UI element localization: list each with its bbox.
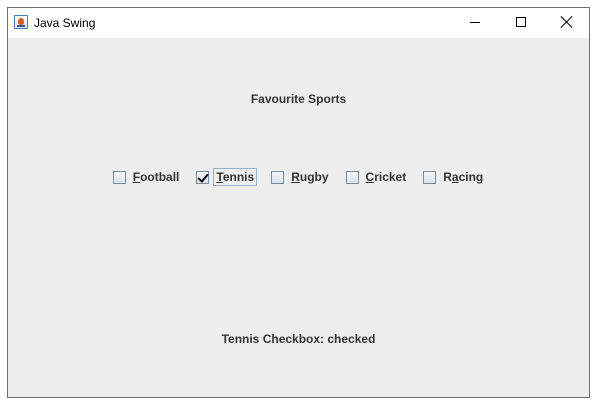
mnemonic-letter: a [451, 170, 459, 184]
app-window: Java Swing Favourite Sports Football Ten… [7, 7, 590, 398]
maximize-icon [516, 17, 526, 27]
sports-checkbox-group: Football Tennis Rugby Cricket Racing [8, 167, 590, 187]
minimize-icon [470, 22, 480, 23]
checkbox-cricket[interactable]: Cricket [345, 168, 410, 186]
label-suffix: ennis [222, 170, 255, 184]
checkbox-label[interactable]: Tennis [213, 168, 258, 186]
checkbox-box[interactable] [345, 170, 359, 184]
checkbox-label[interactable]: Rugby [288, 168, 331, 186]
label-suffix: ootball [140, 170, 180, 184]
maximize-button[interactable] [498, 8, 544, 38]
close-button[interactable] [544, 8, 590, 38]
label-suffix: cing [458, 170, 484, 184]
window-title: Java Swing [34, 16, 96, 30]
mnemonic-letter: C [365, 170, 375, 184]
content-pane: Favourite Sports Football Tennis Rugby C… [8, 38, 589, 397]
title-bar[interactable]: Java Swing [8, 8, 589, 38]
checkbox-label[interactable]: Cricket [363, 168, 410, 186]
checkbox-racing[interactable]: Racing [423, 168, 486, 186]
mnemonic-letter: R [291, 170, 300, 184]
checkbox-tennis[interactable]: Tennis [196, 168, 258, 186]
java-cup-icon[interactable] [14, 15, 28, 29]
checkbox-box[interactable] [112, 170, 126, 184]
checkbox-box[interactable] [271, 170, 285, 184]
minimize-button[interactable] [452, 8, 498, 38]
checkbox-box[interactable] [196, 170, 210, 184]
heading-label: Favourite Sports [250, 92, 347, 106]
checkbox-label[interactable]: Racing [440, 168, 486, 186]
checkbox-football[interactable]: Football [112, 168, 183, 186]
checkbox-box[interactable] [423, 170, 437, 184]
label-suffix: ugby [299, 170, 329, 184]
label-prefix: R [443, 170, 452, 184]
mnemonic-letter: F [132, 170, 141, 184]
checkbox-rugby[interactable]: Rugby [271, 168, 331, 186]
checkbox-label[interactable]: Football [130, 168, 183, 186]
status-label: Tennis Checkbox: checked [221, 332, 376, 346]
label-suffix: ricket [374, 170, 407, 184]
close-icon [561, 16, 573, 28]
